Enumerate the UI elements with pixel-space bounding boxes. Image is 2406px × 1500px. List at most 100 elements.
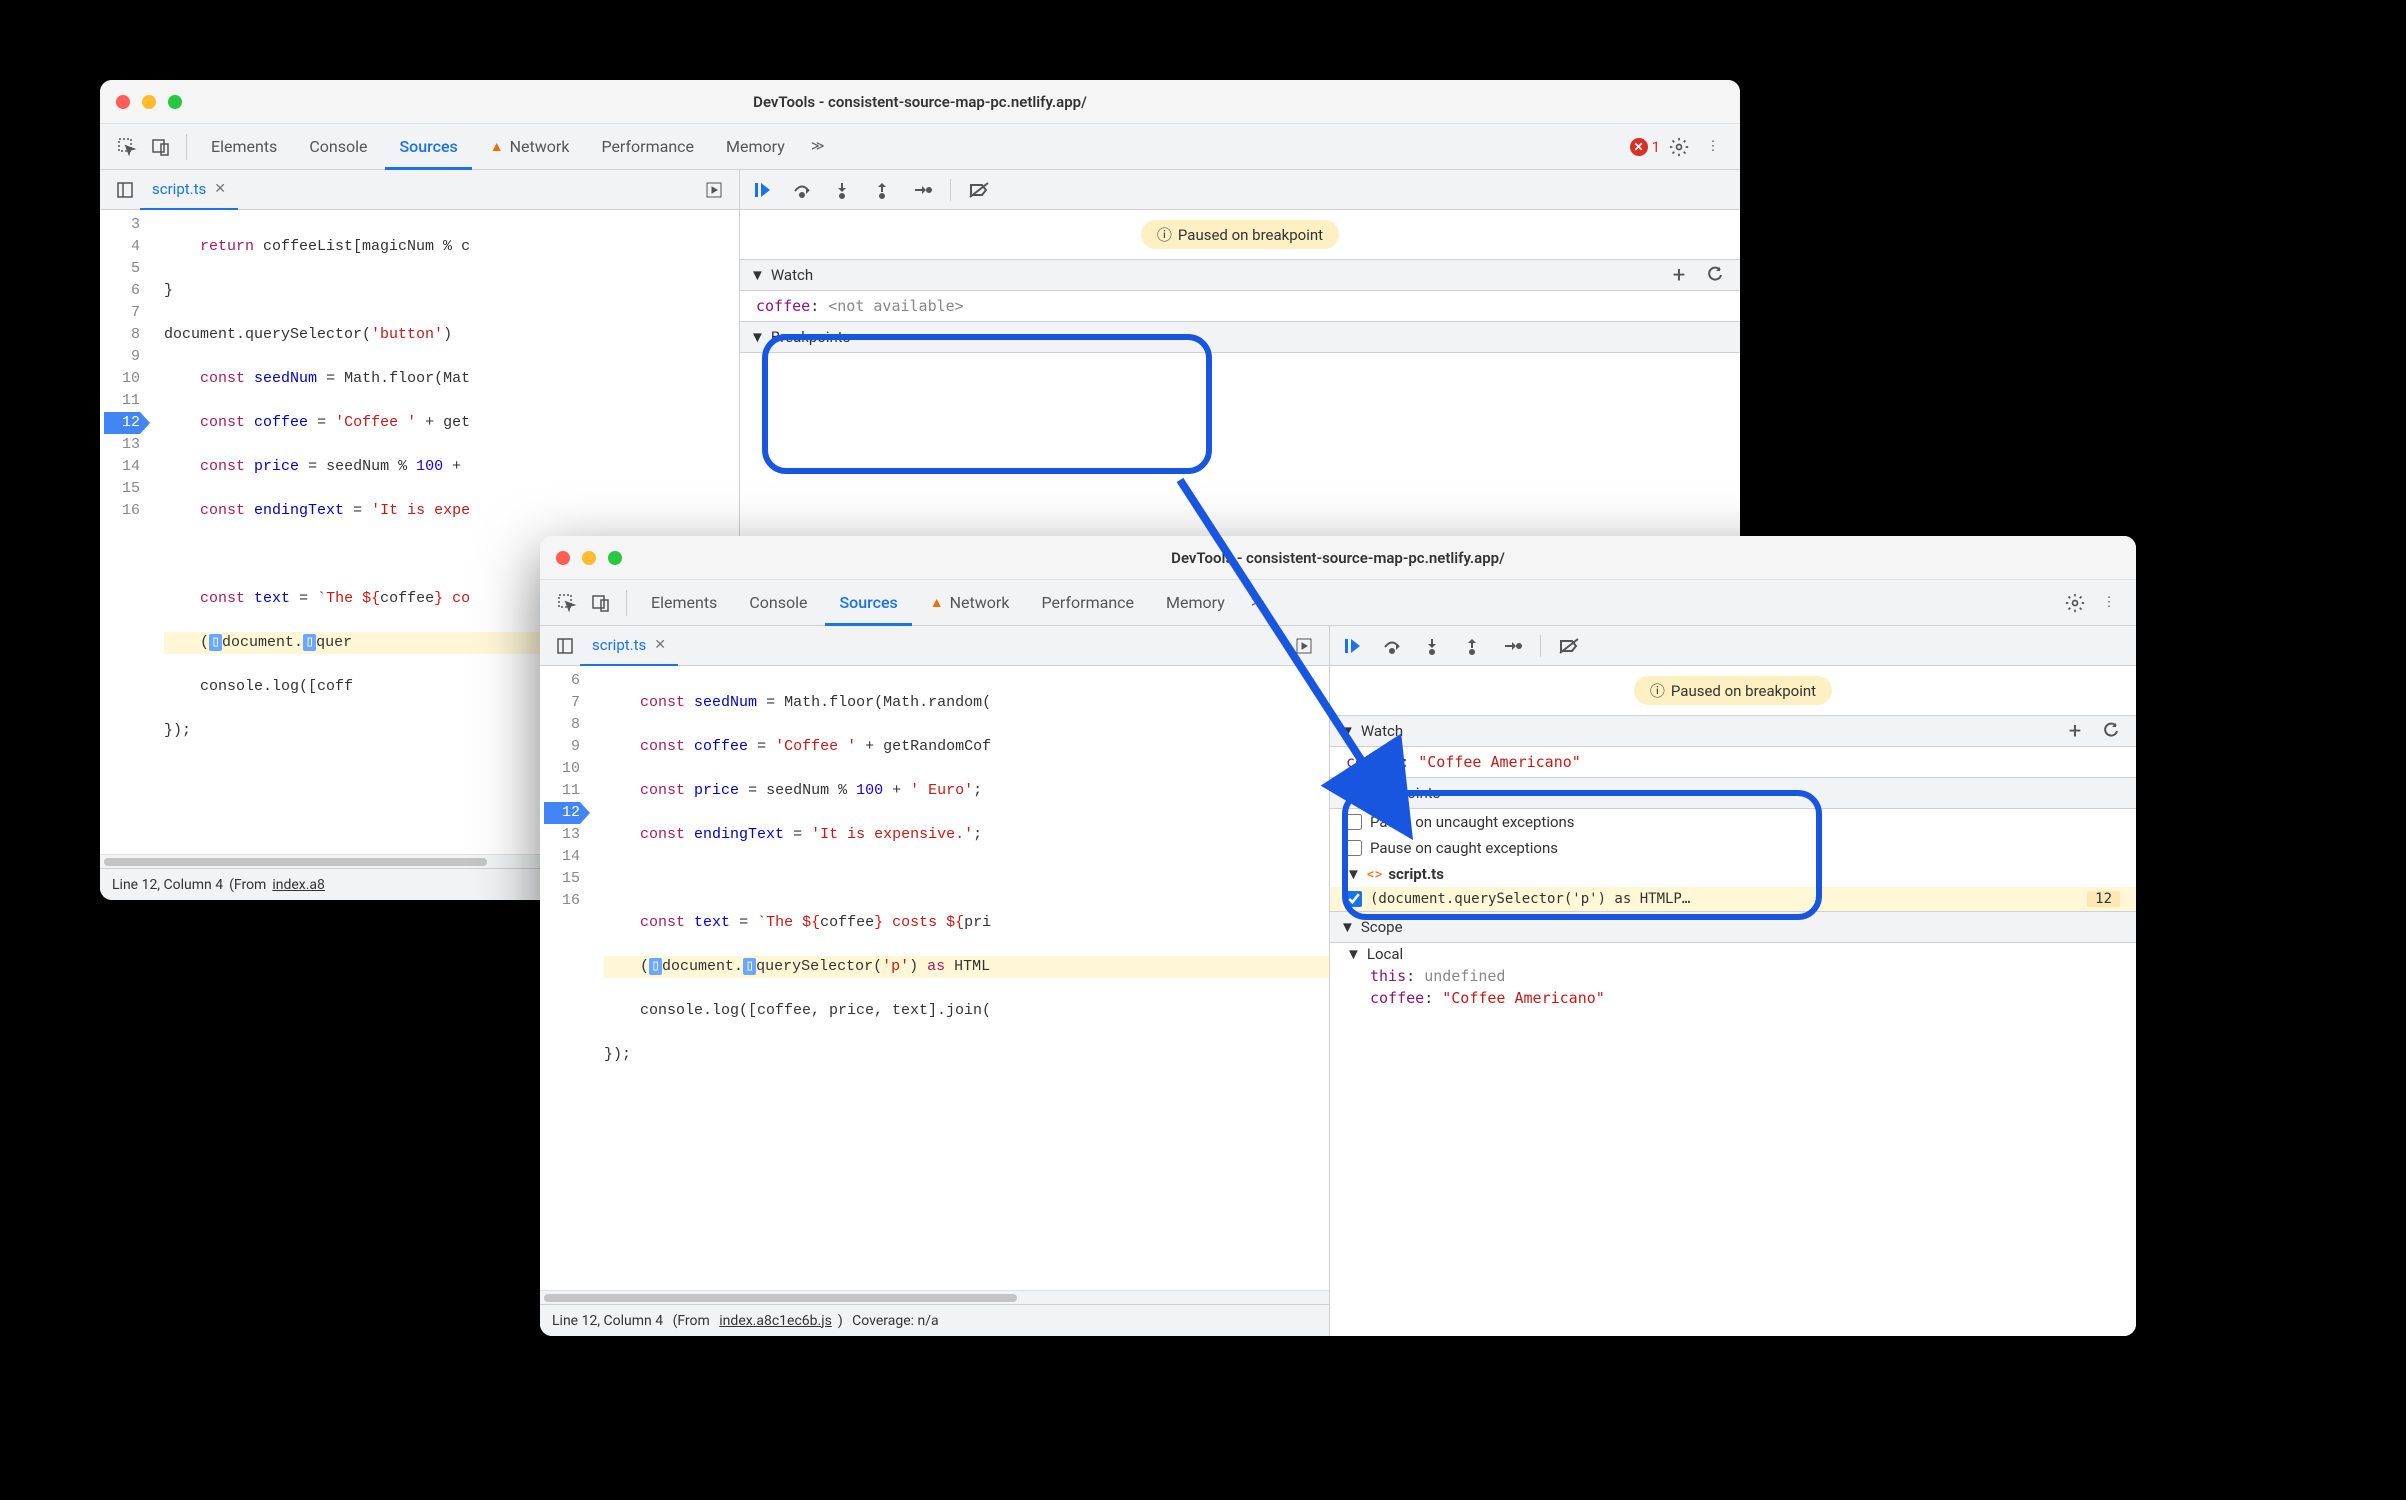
step-out-icon[interactable] [1460,634,1484,658]
step-into-icon[interactable] [1420,634,1444,658]
chevron-down-icon: ▼ [1340,784,1355,802]
scope-local-row[interactable]: ▼ Local [1330,943,2136,965]
error-icon: ✕ [1630,138,1648,156]
chevron-down-icon: ▼ [1346,945,1361,963]
step-icon[interactable] [910,178,934,202]
step-over-icon[interactable] [1380,634,1404,658]
minimize-window-button[interactable] [142,95,156,109]
navigator-icon[interactable] [550,631,580,661]
refresh-watch-icon[interactable] [2096,716,2126,746]
titlebar: DevTools - consistent-source-map-pc.netl… [540,536,2136,580]
file-tab-label: script.ts [152,180,206,198]
watch-section-header[interactable]: ▼ Watch + [1330,715,2136,747]
chevron-down-icon: ▼ [750,328,765,346]
source-file-link[interactable]: index.a8 [272,877,325,893]
kebab-menu-icon[interactable]: ⋮ [1698,132,1728,162]
close-window-button[interactable] [116,95,130,109]
device-toolbar-icon[interactable] [586,588,616,618]
scope-section-header[interactable]: ▼ Scope [1330,911,2136,943]
tab-network[interactable]: ▲Network [476,124,584,170]
kebab-menu-icon[interactable]: ⋮ [2094,588,2124,618]
pause-message: ⓘ Paused on breakpoint [1141,220,1339,249]
watch-label: Watch [771,266,813,284]
horizontal-scrollbar[interactable] [540,1290,1329,1304]
close-file-icon[interactable]: ✕ [214,181,226,197]
file-tab[interactable]: script.ts ✕ [140,170,238,210]
close-window-button[interactable] [556,551,570,565]
scope-label: Scope [1361,918,1403,936]
breakpoint-line-badge: 12 [2087,891,2120,907]
watch-entry[interactable]: coffee: <not available> [740,291,1740,321]
pause-uncaught-checkbox[interactable]: Pause on uncaught exceptions [1330,809,2136,835]
tab-elements[interactable]: Elements [637,580,731,626]
inspect-icon[interactable] [112,132,142,162]
tab-network[interactable]: ▲Network [916,580,1024,626]
tab-performance[interactable]: Performance [1027,580,1148,626]
scope-this[interactable]: this: undefined [1330,965,2136,987]
step-icon[interactable] [1500,634,1524,658]
settings-icon[interactable] [2060,588,2090,618]
tab-memory[interactable]: Memory [1152,580,1239,626]
tab-elements[interactable]: Elements [197,124,291,170]
maximize-window-button[interactable] [168,95,182,109]
watch-label: Watch [1361,722,1403,740]
tab-console[interactable]: Console [735,580,821,626]
tab-sources[interactable]: Sources [385,124,471,170]
breakpoint-file-row[interactable]: ▼ <> script.ts [1330,861,2136,887]
run-snippet-icon[interactable] [1289,631,1319,661]
settings-icon[interactable] [1664,132,1694,162]
step-into-icon[interactable] [830,178,854,202]
titlebar: DevTools - consistent-source-map-pc.netl… [100,80,1740,124]
scope-coffee[interactable]: coffee: "Coffee Americano" [1330,987,2136,1009]
file-tab-label: script.ts [592,636,646,654]
close-file-icon[interactable]: ✕ [654,637,666,653]
inspect-icon[interactable] [552,588,582,618]
devtools-tabs: Elements Console Sources ▲Network Perfor… [100,124,1740,170]
navigator-icon[interactable] [110,175,140,205]
breakpoint-entry[interactable]: (document.querySelector('p') as HTMLP… 1… [1330,887,2136,911]
window-title: DevTools - consistent-source-map-pc.netl… [116,93,1724,111]
step-over-icon[interactable] [790,178,814,202]
tab-sources[interactable]: Sources [825,580,911,626]
pause-caught-checkbox[interactable]: Pause on caught exceptions [1330,835,2136,861]
window-title: DevTools - consistent-source-map-pc.netl… [556,549,2120,567]
add-watch-icon[interactable]: + [1664,260,1694,290]
file-tab[interactable]: script.ts ✕ [580,626,678,666]
code-content: const seedNum = Math.floor(Math.random( … [590,666,1329,1290]
refresh-watch-icon[interactable] [1700,260,1730,290]
add-watch-icon[interactable]: + [2060,716,2090,746]
chevron-down-icon: ▼ [1340,918,1355,936]
chevron-down-icon: ▼ [750,266,765,284]
tab-memory[interactable]: Memory [712,124,799,170]
source-file-link[interactable]: index.a8c1ec6b.js [719,1313,832,1329]
devtools-tabs: Elements Console Sources ▲Network Perfor… [540,580,2136,626]
resume-icon[interactable] [750,178,774,202]
warning-icon: ▲ [490,138,504,155]
more-tabs-icon[interactable]: ≫ [1243,588,1273,618]
breakpoints-section-header[interactable]: ▼ Breakpoints [740,321,1740,353]
chevron-down-icon: ▼ [1340,722,1355,740]
breakpoints-label: Breakpoints [1361,784,1441,802]
tab-performance[interactable]: Performance [587,124,708,170]
maximize-window-button[interactable] [608,551,622,565]
info-icon: ⓘ [1157,224,1172,245]
device-toolbar-icon[interactable] [146,132,176,162]
deactivate-breakpoints-icon[interactable] [967,178,991,202]
pause-message: ⓘ Paused on breakpoint [1634,676,1832,705]
file-icon: <> [1367,865,1382,883]
resume-icon[interactable] [1340,634,1364,658]
tab-console[interactable]: Console [295,124,381,170]
error-badge[interactable]: ✕ 1 [1630,138,1660,156]
breakpoints-label: Breakpoints [771,328,851,346]
breakpoints-section-header[interactable]: ▼ Breakpoints [1330,777,2136,809]
step-out-icon[interactable] [870,178,894,202]
minimize-window-button[interactable] [582,551,596,565]
more-tabs-icon[interactable]: ≫ [803,132,833,162]
status-bar: Line 12, Column 4 (From index.a8c1ec6b.j… [540,1304,1329,1336]
watch-entry[interactable]: coffee: "Coffee Americano" [1330,747,2136,777]
error-count: 1 [1652,138,1660,156]
code-editor[interactable]: 6 7 8 9 10 11 12 13 14 15 16 const seedN… [540,666,1329,1290]
deactivate-breakpoints-icon[interactable] [1557,634,1581,658]
watch-section-header[interactable]: ▼ Watch + [740,259,1740,291]
run-snippet-icon[interactable] [699,175,729,205]
